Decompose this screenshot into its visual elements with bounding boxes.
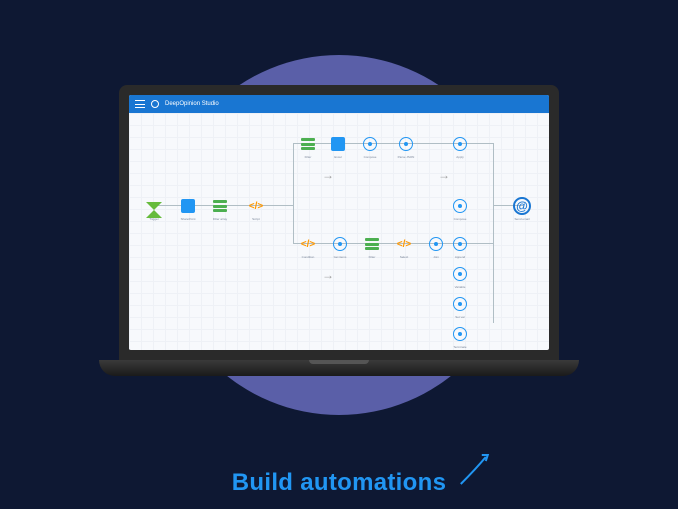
workflow-node[interactable]: Terminate (451, 325, 469, 343)
arrow-icon: → (438, 168, 450, 180)
workflow-node[interactable]: Compose (361, 135, 379, 153)
code-icon: </> (249, 199, 263, 213)
workflow-node[interactable]: Set var (451, 295, 469, 313)
workflow-node[interactable]: Append (451, 235, 469, 253)
caption-text: Build automations (232, 469, 446, 497)
workflow-node[interactable]: Join (427, 235, 445, 253)
excel-icon (331, 137, 345, 151)
workflow-node-script[interactable]: </> Script (247, 197, 265, 215)
app-window: DeepOpinion Studio Trigger SharePoint (129, 95, 549, 350)
workflow-node[interactable]: Get items (331, 235, 349, 253)
workflow-node-next[interactable]: → (319, 265, 337, 283)
filter-icon (365, 238, 379, 250)
connector (493, 143, 494, 323)
app-title: DeepOpinion Studio (165, 101, 219, 107)
step-icon (453, 297, 467, 311)
workflow-canvas[interactable]: Trigger SharePoint Filter array </> Scri… (129, 113, 549, 350)
step-icon (453, 199, 467, 213)
step-icon (453, 237, 467, 251)
workflow-node[interactable]: Filter (299, 135, 317, 153)
step-icon (399, 137, 413, 151)
arrow-icon: → (322, 268, 334, 280)
step-icon (453, 137, 467, 151)
workflow-node-trigger[interactable]: Trigger (145, 197, 163, 215)
workflow-node[interactable]: Parse JSON (397, 135, 415, 153)
hourglass-icon (146, 202, 162, 210)
curved-arrow-icon (456, 449, 496, 489)
workflow-node[interactable]: Variable (451, 265, 469, 283)
workflow-node-filter[interactable]: Filter array (211, 197, 229, 215)
app-titlebar: DeepOpinion Studio (129, 95, 549, 113)
laptop-illustration: DeepOpinion Studio Trigger SharePoint (99, 85, 579, 376)
workflow-node[interactable]: Filter (363, 235, 381, 253)
workflow-node[interactable]: Excel (329, 135, 347, 153)
workflow-node-sharepoint[interactable]: SharePoint (179, 197, 197, 215)
code-icon: </> (301, 237, 315, 251)
sharepoint-icon (181, 199, 195, 213)
workflow-node[interactable]: Compose (451, 197, 469, 215)
step-icon (333, 237, 347, 251)
step-icon (453, 327, 467, 341)
email-icon: @ (513, 197, 531, 215)
step-icon (453, 267, 467, 281)
workflow-node-next[interactable]: → (435, 165, 453, 183)
step-icon (429, 237, 443, 251)
arrow-icon: → (322, 168, 334, 180)
workflow-node-email[interactable]: @ Send email (513, 197, 531, 215)
app-logo-icon (151, 100, 159, 108)
code-icon: </> (397, 237, 411, 251)
hamburger-icon[interactable] (135, 100, 145, 108)
workflow-node-next[interactable]: → (319, 165, 337, 183)
workflow-node[interactable]: Apply (451, 135, 469, 153)
workflow-node[interactable]: </> Select (395, 235, 413, 253)
step-icon (363, 137, 377, 151)
workflow-node[interactable]: </> Condition (299, 235, 317, 253)
laptop-screen: DeepOpinion Studio Trigger SharePoint (119, 85, 559, 360)
laptop-base (99, 360, 579, 376)
filter-icon (301, 138, 315, 150)
hero-caption: Build automations (232, 469, 446, 497)
filter-icon (213, 200, 227, 212)
